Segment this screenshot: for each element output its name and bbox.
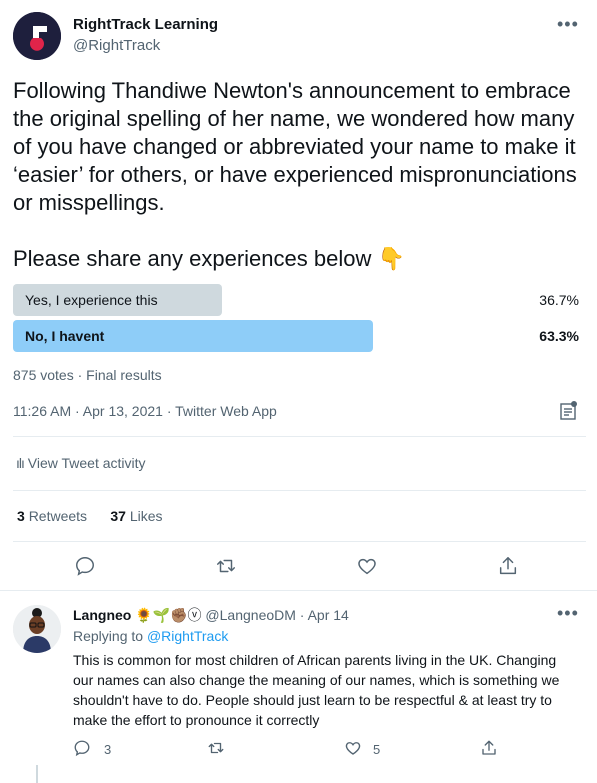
share-icon[interactable]: [480, 739, 498, 757]
reply-icon[interactable]: [73, 739, 91, 757]
reply-text: This is common for most children of Afri…: [73, 652, 560, 728]
tweet-text: Following Thandiwe Newton's announcement…: [13, 78, 577, 215]
reply-count: 3: [104, 742, 112, 757]
reply-author-emojis: 🌻🌱✊🏽ⓥ: [135, 607, 202, 623]
view-activity-label: View Tweet activity: [27, 455, 146, 471]
share-icon[interactable]: [497, 555, 519, 577]
author-name[interactable]: RightTrack Learning: [73, 16, 218, 33]
retweets-count: 3: [17, 508, 25, 524]
tweet-text-second-line: Please share any experiences below: [13, 246, 372, 271]
replying-to-link[interactable]: @RightTrack: [147, 628, 228, 644]
poll-option-percent-2: 63.3%: [539, 328, 579, 344]
author-handle[interactable]: @RightTrack: [73, 37, 160, 54]
like-icon[interactable]: [356, 555, 378, 577]
reply-header: Langneo 🌻🌱✊🏽ⓥ @LangneoDM · Apr 14: [73, 605, 349, 625]
retweets-stat[interactable]: 3 Retweets: [17, 508, 87, 524]
reply-author-name[interactable]: Langneo: [73, 607, 131, 623]
divider: [13, 436, 586, 437]
like-icon[interactable]: [344, 739, 362, 757]
more-icon[interactable]: •••: [557, 14, 579, 35]
likes-stat[interactable]: 37 Likes: [110, 508, 162, 524]
pointing-down-emoji: 👇: [377, 246, 405, 271]
poll-option-percent-1: 36.7%: [539, 292, 579, 308]
tweet-text-second: Please share any experiences below 👇: [13, 245, 405, 273]
reply-avatar[interactable]: [13, 605, 61, 653]
more-icon[interactable]: •••: [557, 603, 579, 624]
poll-option-1: Yes, I experience this 36.7%: [13, 284, 585, 316]
reply-icon[interactable]: [74, 555, 96, 577]
retweet-icon[interactable]: [207, 739, 225, 757]
tweet-separator: [0, 590, 597, 591]
like-count: 5: [373, 742, 381, 757]
divider: [13, 541, 586, 542]
replying-prefix: Replying to: [73, 628, 144, 644]
poll-option-2: No, I havent 63.3%: [13, 320, 585, 352]
poll-option-label-2: No, I havent: [25, 328, 105, 344]
tweet-timestamp[interactable]: 11:26 AM · Apr 13, 2021 · Twitter Web Ap…: [13, 403, 277, 419]
view-activity-link[interactable]: ılı View Tweet activity: [16, 455, 146, 471]
retweets-label: Retweets: [28, 508, 88, 524]
reply-handle-time[interactable]: @LangneoDM · Apr 14: [205, 607, 348, 623]
poll-option-label-1: Yes, I experience this: [25, 292, 158, 308]
engagement-stats: 3 Retweets 37 Likes: [17, 508, 163, 524]
thread-line: [36, 765, 38, 783]
replying-to: Replying to @RightTrack: [73, 628, 228, 644]
poll-summary: 875 votes · Final results: [13, 367, 162, 383]
likes-count: 37: [110, 508, 126, 524]
retweet-icon[interactable]: [215, 555, 237, 577]
divider: [13, 490, 586, 491]
analytics-icon[interactable]: [560, 400, 578, 425]
likes-label: Likes: [129, 508, 163, 524]
bar-chart-icon: ılı: [16, 455, 25, 471]
author-avatar[interactable]: [13, 12, 61, 60]
